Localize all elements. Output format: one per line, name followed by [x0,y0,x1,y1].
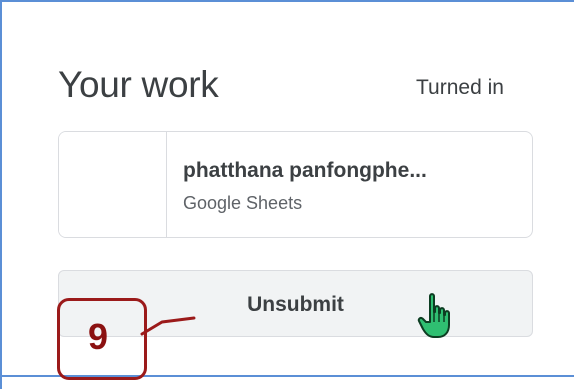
callout-pointer-line [140,316,196,336]
hand-pointer-icon [417,293,450,338]
attachment-type: Google Sheets [183,193,303,213]
step-callout-number: 9 [88,316,109,357]
attachment-title[interactable]: phatthana panfongphe... [183,159,427,183]
your-work-heading: Your work [58,64,219,105]
attachment-card[interactable]: phatthana panfongphe... Google Sheets [58,131,533,238]
attachment-thumbnail[interactable] [59,132,167,237]
turned-in-status: Turned in [416,76,504,99]
